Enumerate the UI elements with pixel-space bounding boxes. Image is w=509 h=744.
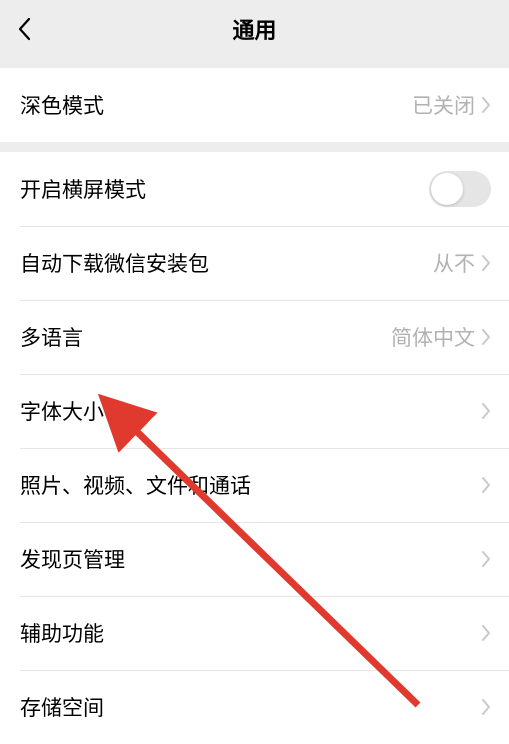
setting-accessibility[interactable]: 辅助功能 [0,596,509,670]
section-gap [0,142,509,152]
chevron-right-icon [481,624,491,642]
setting-language[interactable]: 多语言 简体中文 [0,300,509,374]
settings-section-2: 开启横屏模式 自动下载微信安装包 从不 多语言 简体中文 字体大小 照片、视频、… [0,152,509,744]
chevron-left-icon [17,17,31,41]
section-gap [0,58,509,68]
chevron-right-icon [481,402,491,420]
chevron-right-icon [481,698,491,716]
setting-label: 照片、视频、文件和通话 [20,470,481,500]
setting-landscape-mode[interactable]: 开启横屏模式 [0,152,509,226]
setting-label: 存储空间 [20,692,481,722]
setting-value: 从不 [433,248,475,278]
setting-label: 开启横屏模式 [20,174,429,204]
setting-label: 多语言 [20,322,391,352]
header-bar: 通用 [0,0,509,58]
setting-label: 深色模式 [20,90,412,120]
setting-label: 辅助功能 [20,618,481,648]
setting-label: 自动下载微信安装包 [20,248,433,278]
settings-section-1: 深色模式 已关闭 [0,68,509,142]
setting-label: 字体大小 [20,396,481,426]
setting-dark-mode[interactable]: 深色模式 已关闭 [0,68,509,142]
chevron-right-icon [481,96,491,114]
toggle-knob [431,173,463,205]
chevron-right-icon [481,328,491,346]
setting-storage[interactable]: 存储空间 [0,670,509,744]
setting-media-files[interactable]: 照片、视频、文件和通话 [0,448,509,522]
setting-value: 已关闭 [412,90,475,120]
chevron-right-icon [481,550,491,568]
setting-auto-download[interactable]: 自动下载微信安装包 从不 [0,226,509,300]
setting-discover-manage[interactable]: 发现页管理 [0,522,509,596]
chevron-right-icon [481,254,491,272]
back-button[interactable] [0,0,48,58]
setting-label: 发现页管理 [20,544,481,574]
setting-font-size[interactable]: 字体大小 [0,374,509,448]
chevron-right-icon [481,476,491,494]
toggle-switch[interactable] [429,171,491,207]
page-title: 通用 [232,13,276,45]
setting-value: 简体中文 [391,322,475,352]
